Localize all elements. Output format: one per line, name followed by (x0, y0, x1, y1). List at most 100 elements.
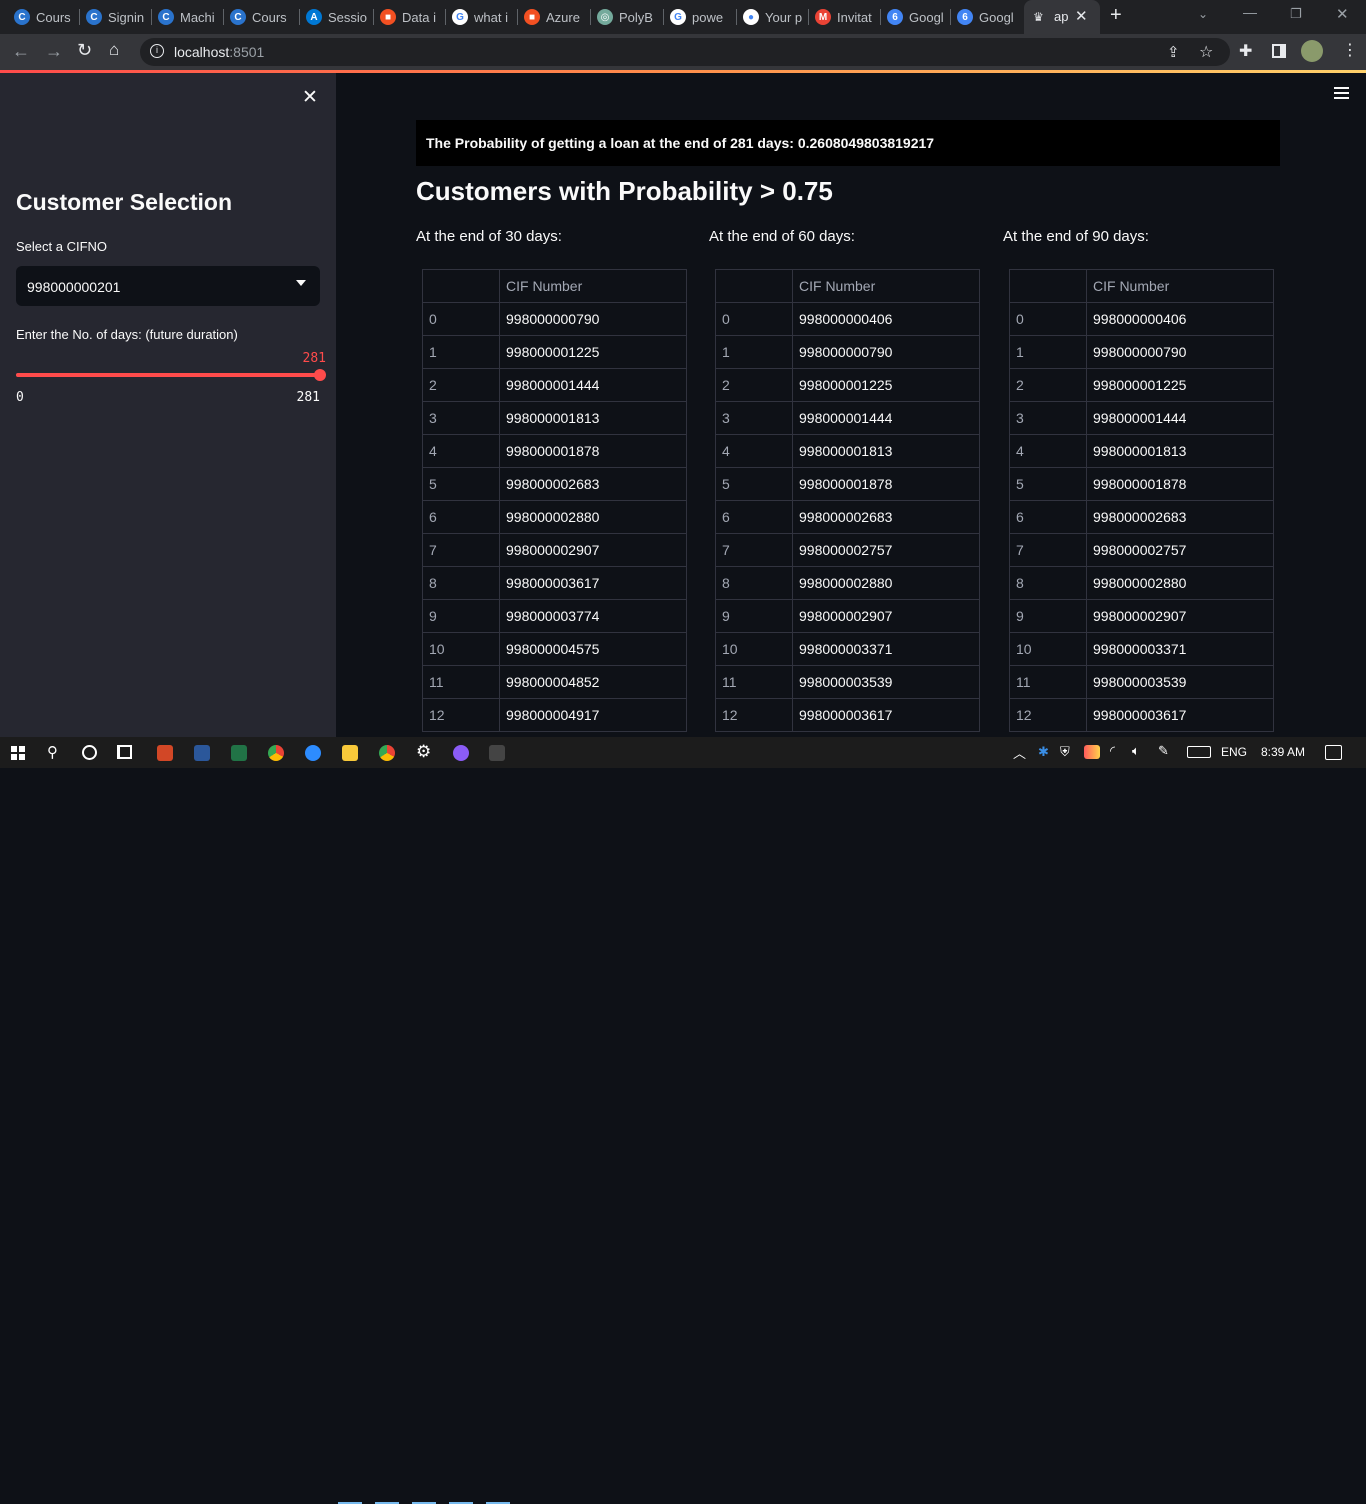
browser-tab-label: powe (692, 9, 724, 25)
table-row: 8 998000003617 (422, 566, 687, 600)
app-tray-icon[interactable] (1084, 745, 1100, 759)
home-icon[interactable]: ⌂ (109, 40, 119, 60)
column-header[interactable]: CIF Number (499, 269, 687, 303)
bookmark-star-icon[interactable]: ☆ (1199, 42, 1213, 62)
file-explorer-icon[interactable] (342, 745, 358, 761)
browser-tab[interactable]: ● Your p (743, 6, 805, 28)
task-view-icon[interactable] (117, 745, 132, 759)
browser-tab[interactable]: Gwhat i (452, 6, 514, 28)
table-row: 12 998000003617 (715, 698, 980, 732)
cif-number-cell: 998000001878 (1086, 467, 1274, 501)
tab-active[interactable]: ♛ ap ✕ (1024, 0, 1100, 34)
extensions-icon[interactable]: ✚ (1239, 41, 1252, 61)
row-index: 2 (422, 368, 500, 402)
pen-icon[interactable]: ✎ (1158, 743, 1169, 759)
clock-time[interactable]: 8:39 AM (1261, 745, 1305, 759)
reload-icon[interactable]: ↻ (77, 40, 92, 61)
browser-tab[interactable]: A Sessio (306, 6, 368, 28)
word-icon[interactable] (194, 745, 210, 761)
browser-menu-icon[interactable]: ⋮ (1342, 40, 1358, 60)
cif-number-cell: 998000002880 (499, 500, 687, 534)
tab-separator (950, 9, 951, 25)
browser-tab-label: Cours (252, 9, 287, 25)
terminal-icon[interactable] (489, 745, 505, 761)
row-index: 12 (422, 698, 500, 732)
notifications-icon[interactable] (1325, 745, 1342, 760)
table-row: 5 998000002683 (422, 467, 687, 501)
table-row: 0 998000000406 (715, 302, 980, 336)
browser-tab[interactable]: C Machi (158, 6, 220, 28)
browser-tab[interactable]: 6 Googl (957, 6, 1019, 28)
close-sidebar-icon[interactable]: ✕ (302, 86, 318, 109)
cif-number-cell: 998000004852 (499, 665, 687, 699)
wifi-icon[interactable]: ◜ (1110, 743, 1115, 759)
cif-number-cell: 998000000790 (499, 302, 687, 336)
row-index: 4 (422, 434, 500, 468)
coursera-icon: C (158, 9, 174, 25)
cortana-icon[interactable] (82, 745, 97, 760)
security-shield-icon[interactable]: ⛨ (1060, 744, 1070, 760)
github-desktop-icon[interactable] (453, 745, 469, 761)
excel-icon[interactable] (231, 745, 247, 761)
zoom-icon[interactable] (305, 745, 321, 761)
browser-tab[interactable]: ■ Data i (380, 6, 442, 28)
new-tab-button[interactable]: + (1110, 4, 1122, 27)
table-row: 4 998000001813 (1009, 434, 1274, 468)
row-index: 2 (1009, 368, 1087, 402)
cifno-select[interactable]: 998000000201 (16, 266, 320, 306)
google-icon: G (670, 9, 686, 25)
hamburger-menu-icon[interactable] (1334, 87, 1349, 99)
chrome-icon[interactable] (268, 745, 284, 761)
url-port: :8501 (229, 44, 265, 60)
column-header[interactable]: CIF Number (1086, 269, 1274, 303)
back-icon[interactable]: ← (12, 41, 30, 62)
close-window-icon[interactable]: ✕ (1336, 5, 1349, 23)
address-bar[interactable]: i localhost:8501 ⇪ ☆ (140, 38, 1230, 66)
powerpoint-icon[interactable] (157, 745, 173, 761)
browser-tab[interactable]: ◎ PolyB (597, 6, 659, 28)
gmail-icon: M (815, 9, 831, 25)
tab-search-icon[interactable]: ⌄ (1198, 7, 1208, 21)
chrome-active-icon[interactable] (379, 745, 395, 761)
browser-tab[interactable]: C Cours (230, 6, 292, 28)
forward-icon[interactable]: → (45, 41, 63, 62)
windows-start-icon[interactable] (11, 746, 25, 760)
search-icon[interactable]: ⚲ (47, 743, 58, 761)
restore-icon[interactable]: ❐ (1290, 6, 1302, 22)
share-icon[interactable]: ⇪ (1167, 43, 1180, 61)
slider-min: 0 (16, 390, 24, 405)
cif-table: CIF Number 0 998000000406 1 998000000790 2 998… (715, 269, 980, 732)
table-row: 10 998000003371 (715, 632, 980, 666)
browser-tab[interactable]: M Invitat (815, 6, 877, 28)
sidebar-title: Customer Selection (16, 189, 232, 215)
slider-thumb[interactable] (314, 369, 326, 381)
tab-separator (880, 9, 881, 25)
browser-tab[interactable]: Gpowe (670, 6, 732, 28)
profile-avatar[interactable] (1301, 40, 1323, 62)
cif-number-cell: 998000003617 (499, 566, 687, 600)
side-panel-icon[interactable] (1272, 44, 1286, 58)
minimize-icon[interactable]: — (1243, 4, 1257, 20)
browser-tab[interactable]: 6 Googl (887, 6, 949, 28)
browser-tab[interactable]: ■ Azure (524, 6, 586, 28)
keyboard-icon[interactable] (1187, 746, 1211, 758)
tray-chevron-up-icon[interactable]: ︿ (1013, 743, 1026, 762)
close-tab-icon[interactable]: ✕ (1075, 7, 1088, 25)
bluetooth-icon[interactable]: ✱ (1038, 744, 1049, 760)
info-icon[interactable]: i (150, 44, 164, 58)
days-slider[interactable] (16, 369, 326, 381)
browser-tab-label: Sessio (328, 9, 368, 25)
row-index: 0 (1009, 302, 1087, 336)
chevron-down-icon (296, 280, 306, 286)
table-row: 7 998000002757 (1009, 533, 1274, 567)
settings-gear-icon[interactable]: ⚙ (416, 742, 431, 762)
browser-tab[interactable]: C Signin (86, 6, 148, 28)
table-row: 0 998000000790 (422, 302, 687, 336)
cif-number-cell: 998000002907 (792, 599, 980, 633)
volume-icon[interactable]: 🔈︎ (1132, 743, 1140, 759)
cif-number-cell: 998000002683 (792, 500, 980, 534)
browser-tab[interactable]: C Cours (14, 6, 76, 28)
cif-number-cell: 998000001813 (499, 401, 687, 435)
language-indicator[interactable]: ENG (1221, 745, 1247, 759)
column-header[interactable]: CIF Number (792, 269, 980, 303)
